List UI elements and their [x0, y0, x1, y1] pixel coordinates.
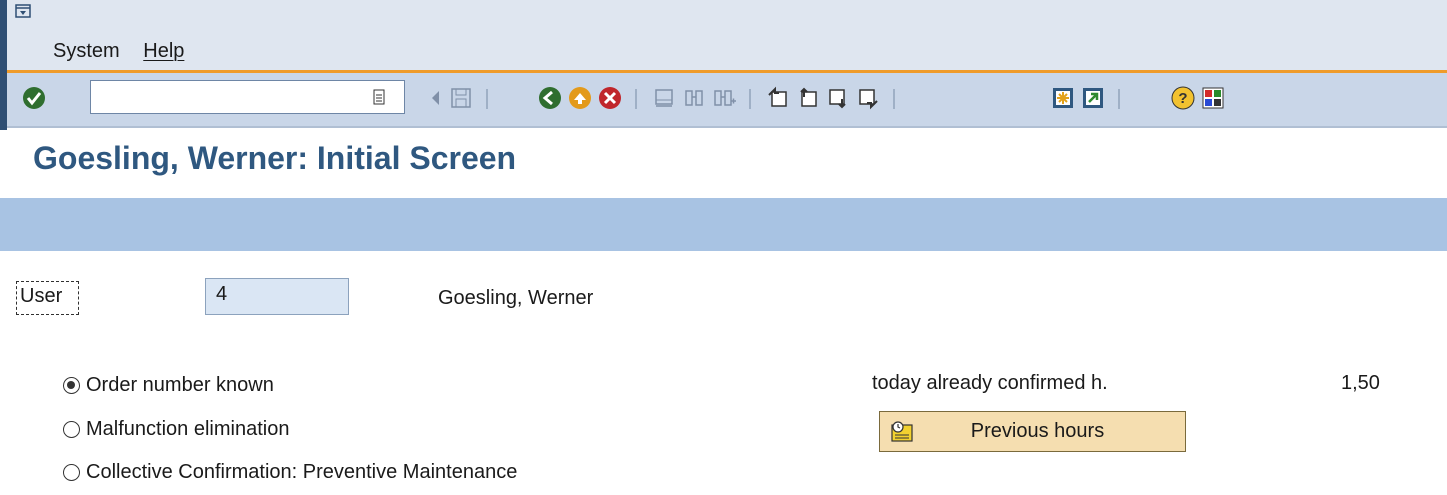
print-icon[interactable] [651, 85, 677, 111]
shortcut-icon[interactable] [1080, 85, 1106, 111]
system-menu-icon[interactable] [15, 4, 31, 18]
next-page-icon[interactable] [825, 85, 851, 111]
radio-label: Order number known [86, 374, 274, 396]
menu-item-system[interactable]: System [53, 40, 120, 62]
radio-label: Collective Confirmation: Preventive Main… [86, 461, 518, 483]
window-edge [0, 0, 7, 130]
radio-unselected-icon[interactable] [63, 421, 80, 438]
svg-text:?: ? [1178, 90, 1187, 107]
radio-malfunction-elimination[interactable]: Malfunction elimination [63, 418, 289, 441]
command-history-icon[interactable] [371, 87, 387, 107]
layout-menu-icon[interactable] [1200, 85, 1226, 111]
page-title: Goesling, Werner: Initial Screen [33, 140, 517, 176]
menu-bar: System Help [7, 0, 1447, 73]
find-next-icon[interactable] [711, 85, 737, 111]
collapse-left-icon[interactable] [423, 85, 449, 111]
save-icon[interactable] [448, 85, 474, 111]
application-toolbar [0, 198, 1447, 251]
back-icon[interactable] [537, 85, 563, 111]
help-icon[interactable]: ? [1170, 85, 1196, 111]
find-icon[interactable] [681, 85, 707, 111]
last-page-icon[interactable] [855, 85, 881, 111]
previous-hours-button[interactable]: Previous hours [879, 411, 1186, 452]
radio-label: Malfunction elimination [86, 418, 290, 440]
radio-selected-icon[interactable] [63, 377, 80, 394]
confirmed-hours-label: today already confirmed h. [872, 372, 1108, 394]
standard-toolbar: ? [7, 73, 1447, 128]
exit-icon[interactable] [567, 85, 593, 111]
cancel-icon[interactable] [597, 85, 623, 111]
confirmed-hours-value: 1,50 [1341, 372, 1380, 394]
radio-order-number-known[interactable]: Order number known [63, 374, 274, 397]
first-page-icon[interactable] [765, 85, 791, 111]
command-input[interactable] [91, 81, 365, 113]
new-session-icon[interactable] [1050, 85, 1076, 111]
user-label: User [16, 281, 79, 315]
user-input[interactable]: 4 [205, 278, 349, 315]
radio-unselected-icon[interactable] [63, 464, 80, 481]
previous-hours-label: Previous hours [970, 420, 1105, 442]
command-field[interactable] [90, 80, 405, 114]
menu-item-help[interactable]: Help [143, 40, 184, 62]
radio-collective-confirmation[interactable]: Collective Confirmation: Preventive Main… [63, 461, 517, 484]
user-name-text: Goesling, Werner [438, 287, 594, 309]
previous-page-icon[interactable] [795, 85, 821, 111]
menu: System Help [53, 40, 202, 63]
enter-icon[interactable] [21, 85, 47, 111]
clock-note-icon [891, 420, 913, 442]
